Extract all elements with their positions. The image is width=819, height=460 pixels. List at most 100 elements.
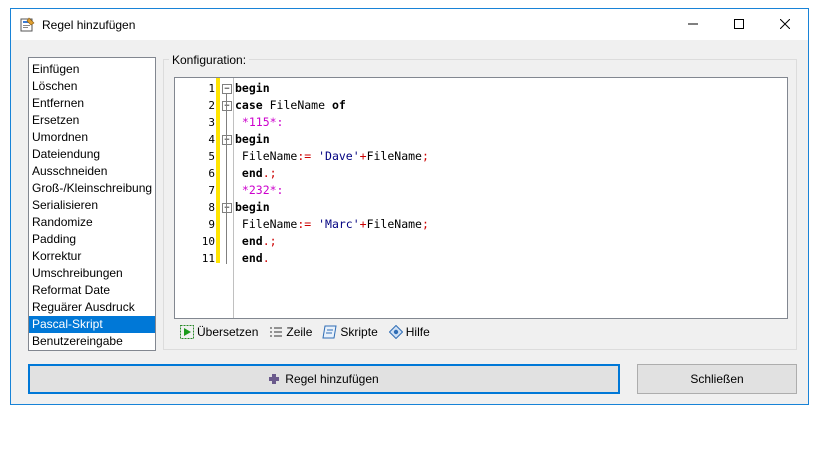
code-token: begin (235, 200, 270, 214)
editor-toolbar: Übersetzen Zeile Skripte Hilfe (179, 323, 440, 341)
scripts-button[interactable]: Skripte (322, 324, 378, 340)
code-token: of (331, 98, 346, 112)
code-token: end (235, 251, 263, 265)
code-token: end (235, 234, 263, 248)
fold-guide-line (226, 94, 227, 264)
code-token: *232*: (235, 183, 284, 197)
close-button[interactable]: Schließen (637, 364, 797, 394)
scripts-icon (322, 324, 338, 340)
rule-item[interactable]: Dateiendung (29, 146, 155, 163)
scripts-label: Skripte (340, 325, 378, 339)
plus-icon (269, 374, 280, 384)
rule-item[interactable]: Groß-/Kleinschreibung (29, 180, 155, 197)
code-token: *115*: (235, 115, 284, 129)
code-line: end.; (235, 165, 429, 182)
add-rule-button[interactable]: Regel hinzufügen (28, 364, 620, 394)
code-line: end.; (235, 233, 429, 250)
line-number: 7 (208, 184, 215, 197)
code-line: FileName:= 'Dave'+FileName; (235, 148, 429, 165)
line-number: 2 (208, 99, 215, 112)
code-token: := (297, 149, 312, 163)
line-number: 1 (208, 82, 215, 95)
code-token: 'Marc' (311, 217, 360, 231)
line-label: Zeile (286, 325, 313, 339)
compile-button[interactable]: Übersetzen (179, 324, 258, 340)
code-token: .; (262, 166, 277, 180)
line-button[interactable]: Zeile (268, 324, 312, 340)
minimize-button[interactable] (670, 9, 716, 40)
code-line: case FileName of (235, 97, 429, 114)
rule-item[interactable]: Umordnen (29, 129, 155, 146)
code-line: begin (235, 199, 429, 216)
code-token: . (262, 251, 270, 265)
script-editor[interactable]: 1 2 3 4 5 6 7 8 9 10 11 − − − − begin case FileName of… (174, 77, 788, 319)
rule-item[interactable]: Ersetzen (29, 112, 155, 129)
line-number-gutter: 1 2 3 4 5 6 7 8 9 10 11 (175, 78, 215, 318)
rule-item[interactable]: Ausschneiden (29, 163, 155, 180)
line-number: 5 (208, 150, 215, 163)
rule-item[interactable]: Umschreibungen (29, 265, 155, 282)
close-window-button[interactable] (762, 9, 808, 40)
code-token: .; (262, 234, 277, 248)
code-folding-column[interactable]: − − − − (221, 78, 234, 318)
help-label: Hilfe (405, 325, 430, 339)
close-button-label: Schließen (690, 372, 744, 386)
code-token: FileName (366, 217, 422, 231)
close-icon (779, 18, 791, 32)
line-number: 3 (208, 116, 215, 129)
code-token: FileName (366, 149, 422, 163)
rule-item[interactable]: Benutzereingabe (29, 333, 155, 350)
help-button[interactable]: Hilfe (388, 324, 430, 340)
rule-item[interactable]: Entfernen (29, 95, 155, 112)
help-icon (388, 324, 404, 340)
code-line: *232*: (235, 182, 429, 199)
line-number: 10 (201, 235, 215, 248)
code-token: := (297, 217, 312, 231)
compile-icon (179, 324, 195, 340)
fold-toggle-icon[interactable]: − (222, 203, 232, 213)
code-token: + (359, 217, 367, 231)
rule-item[interactable]: Einfügen (29, 61, 155, 78)
maximize-button[interactable] (716, 9, 762, 40)
code-line: *115*: (235, 114, 429, 131)
add-rule-label: Regel hinzufügen (285, 372, 379, 386)
code-line: begin (235, 80, 429, 97)
code-token: FileName (235, 149, 298, 163)
code-token: FileName (235, 217, 298, 231)
code-area[interactable]: begin case FileName of *115*: begin FileNa… (235, 80, 429, 267)
window-title: Regel hinzufügen (42, 18, 136, 32)
rule-item[interactable]: Padding (29, 231, 155, 248)
rule-type-list[interactable]: Einfügen Löschen Entfernen Ersetzen Umordnen… (28, 57, 156, 351)
code-token: end (235, 166, 263, 180)
rule-item[interactable]: Serialisieren (29, 197, 155, 214)
add-rule-dialog: Regel hinzufügen Einfügen Löschen Entferne… (10, 8, 809, 405)
change-marker-bar (216, 78, 220, 263)
line-number: 9 (208, 218, 215, 231)
line-number: 11 (201, 252, 215, 265)
rule-item[interactable]: Reguärer Ausdruck (29, 299, 155, 316)
rule-item[interactable]: Löschen (29, 78, 155, 95)
code-token: begin (235, 81, 270, 95)
code-token: + (359, 149, 367, 163)
fold-toggle-icon[interactable]: − (222, 135, 232, 145)
compile-label: Übersetzen (197, 325, 259, 339)
app-icon (19, 17, 35, 33)
code-line: FileName:= 'Marc'+FileName; (235, 216, 429, 233)
code-token: FileName (262, 98, 332, 112)
rule-item[interactable]: Korrektur (29, 248, 155, 265)
title-bar[interactable]: Regel hinzufügen (11, 9, 808, 40)
code-token: ; (421, 149, 429, 163)
configuration-label: Konfiguration: (169, 53, 250, 67)
code-line: begin (235, 131, 429, 148)
fold-toggle-icon[interactable]: − (222, 101, 232, 111)
rule-item[interactable]: Pascal-Skript (29, 316, 155, 333)
minimize-icon (688, 18, 698, 32)
line-number: 6 (208, 167, 215, 180)
code-token: begin (235, 132, 270, 146)
fold-toggle-icon[interactable]: − (222, 84, 232, 94)
rule-item[interactable]: Reformat Date (29, 282, 155, 299)
code-token: ; (421, 217, 429, 231)
rule-item[interactable]: Randomize (29, 214, 155, 231)
line-numbers-icon (268, 324, 284, 340)
code-token: 'Dave' (311, 149, 360, 163)
